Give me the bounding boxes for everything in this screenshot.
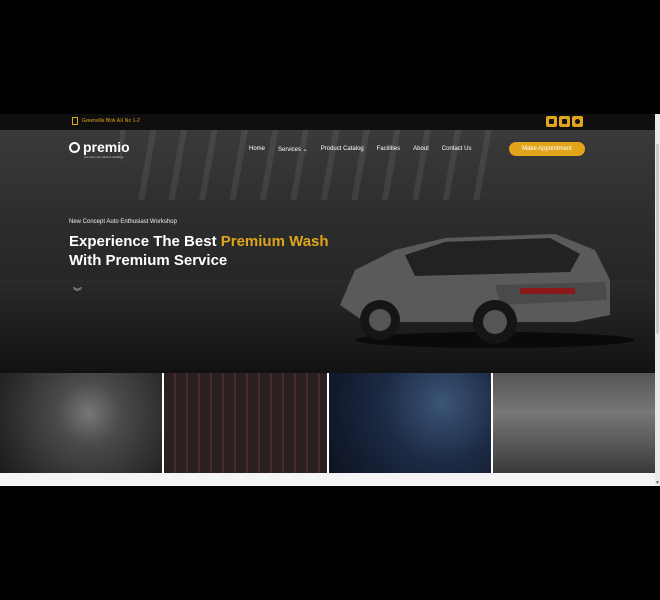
top-info-bar: Greenville Blok AX No 1-2	[0, 114, 655, 130]
facebook-icon[interactable]	[546, 116, 557, 127]
make-appointment-button[interactable]: Make Appointment	[509, 142, 585, 156]
hero-eyebrow: New Concept Auto Enthusiast Workshop	[69, 219, 177, 225]
nav-item-contact-us[interactable]: Contact Us	[442, 146, 472, 153]
nav-item-product-catalog[interactable]: Product Catalog	[321, 146, 364, 153]
gallery-image-sound-damping[interactable]	[164, 373, 327, 473]
nav-item-home[interactable]: Home	[249, 146, 265, 153]
headline-part1: Experience The Best	[69, 233, 221, 250]
chevron-down-icon: ⌄	[302, 147, 308, 153]
logo-tagline: premium car wash & detailing	[84, 155, 124, 159]
address-info: Greenville Blok AX No 1-2	[72, 117, 140, 125]
page-scrollbar[interactable]: ▼	[655, 114, 660, 486]
webpage-viewport: Greenville Blok AX No 1-2 premio premium…	[0, 114, 655, 486]
building-icon	[72, 117, 78, 125]
hero-headline: Experience The Best Premium Wash With Pr…	[69, 232, 389, 270]
scrollbar-thumb[interactable]	[656, 144, 659, 334]
headline-highlight: Premium Wash	[220, 233, 329, 250]
nav-item-services[interactable]: Services ⌄	[278, 146, 308, 153]
nav-item-about[interactable]: About	[413, 146, 429, 153]
suv-car-image	[340, 234, 635, 348]
main-navigation: premio premium car wash & detailing Home…	[0, 134, 655, 162]
nav-item-facilities[interactable]: Facilities	[377, 146, 400, 153]
service-gallery	[0, 373, 655, 473]
scroll-down-arrow-icon[interactable]: ▼	[655, 480, 660, 486]
nav-menu: Home Services ⌄ Product Catalog Faciliti…	[249, 146, 471, 153]
nav-item-services-label: Services	[278, 147, 302, 153]
premio-logo[interactable]: premio premium car wash & detailing	[69, 139, 130, 159]
hero-section: premio premium car wash & detailing Home…	[0, 130, 655, 373]
next-section-strip	[0, 473, 655, 486]
youtube-icon[interactable]	[559, 116, 570, 127]
logo-text: premio	[83, 139, 130, 155]
social-links	[546, 116, 583, 127]
gallery-image-foam-wash[interactable]	[492, 373, 655, 473]
scroll-down-icon[interactable]: ︾	[73, 288, 82, 297]
premio-logo-mark-icon	[69, 141, 80, 153]
headline-part2: With Premium Service	[69, 252, 228, 269]
instagram-icon[interactable]	[572, 116, 583, 127]
address-text: Greenville Blok AX No 1-2	[82, 118, 140, 124]
gallery-image-audio-speaker[interactable]	[0, 373, 163, 473]
gallery-image-polishing[interactable]	[328, 373, 491, 473]
